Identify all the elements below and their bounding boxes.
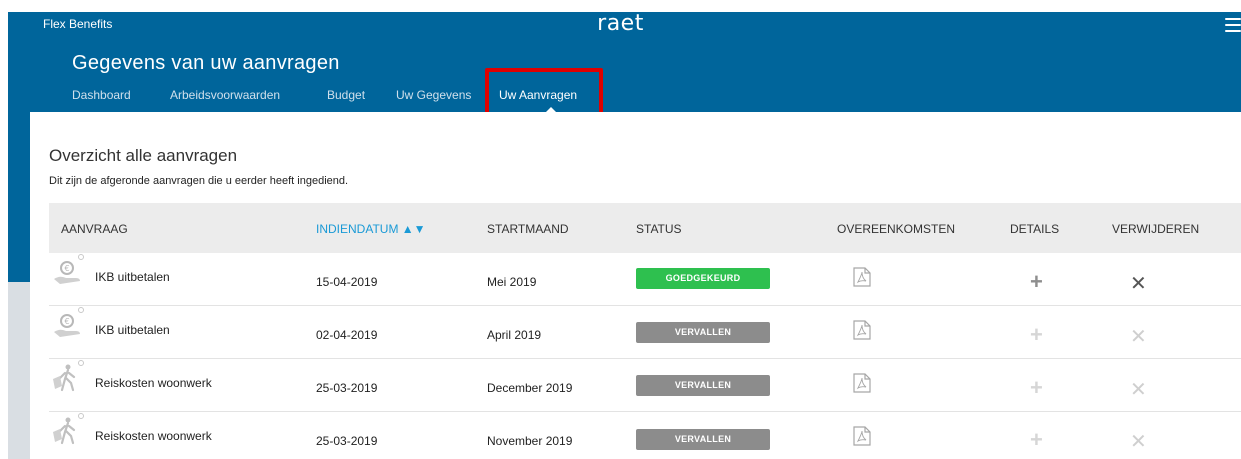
request-name: IKB uitbetalen (95, 323, 170, 337)
left-gutter (0, 0, 8, 459)
col-overeenkomsten: OVEREENKOMSTEN (837, 222, 956, 236)
details-plus-icon[interactable]: + (1030, 271, 1043, 293)
start-month: December 2019 (487, 381, 573, 395)
details-plus-icon: + (1030, 322, 1043, 347)
details-plus-icon: + (1030, 375, 1043, 400)
hamburger-icon[interactable] (1225, 18, 1241, 32)
details-plus-icon: + (1030, 427, 1043, 452)
delete-x-icon: ✕ (1130, 379, 1147, 401)
request-name: IKB uitbetalen (95, 270, 170, 284)
start-month: November 2019 (487, 434, 573, 448)
submit-date: 25-03-2019 (316, 381, 378, 395)
commute-icon (53, 413, 84, 445)
status-badge: VERVALLEN (636, 322, 770, 343)
status-badge: VERVALLEN (636, 375, 770, 396)
tab-uw-gegevens[interactable]: Uw Gegevens (396, 88, 471, 102)
money-hand-icon: € (54, 307, 84, 337)
col-verwijderen: VERWIJDEREN (1112, 222, 1200, 236)
submit-date: 25-03-2019 (316, 434, 378, 448)
side-band-lower (8, 282, 30, 459)
tab-arbeidsvoorwaarden[interactable]: Arbeidsvoorwaarden (170, 88, 280, 102)
commute-icon (53, 360, 84, 392)
request-name: Reiskosten woonwerk (95, 376, 212, 390)
svg-text:€: € (64, 264, 69, 273)
section-title: Overzicht alle aanvragen (49, 146, 238, 165)
submit-date: 02-04-2019 (316, 328, 378, 342)
delete-x-icon: ✕ (1130, 431, 1147, 453)
pdf-icon[interactable] (853, 267, 871, 287)
start-month: April 2019 (487, 328, 542, 342)
delete-x-icon[interactable]: ✕ (1130, 274, 1147, 294)
col-startmaand: STARTMAAND (487, 222, 569, 236)
tab-budget[interactable]: Budget (327, 88, 365, 102)
highlight-box (485, 68, 603, 117)
status-badge: GOEDGEKEURD (636, 268, 770, 289)
pdf-icon[interactable] (853, 320, 871, 340)
start-month: Mei 2019 (487, 275, 537, 289)
pdf-icon[interactable] (853, 373, 871, 393)
delete-x-icon: ✕ (1130, 326, 1147, 348)
col-status: STATUS (636, 222, 682, 236)
svg-text:€: € (64, 317, 69, 326)
brand-logo: raet (0, 10, 1241, 36)
col-details: DETAILS (1010, 222, 1060, 236)
pdf-icon[interactable] (853, 426, 871, 446)
status-badge: VERVALLEN (636, 429, 770, 450)
brand-text: raet (597, 11, 644, 36)
page-title: Gegevens van uw aanvragen (72, 52, 340, 74)
tab-dashboard[interactable]: Dashboard (72, 88, 131, 102)
money-hand-icon: € (54, 254, 84, 284)
section-subtitle: Dit zijn de afgeronde aanvragen die u ee… (49, 175, 349, 187)
submit-date: 15-04-2019 (316, 275, 378, 289)
request-name: Reiskosten woonwerk (95, 429, 212, 443)
col-indiendatum-sort[interactable]: INDIENDATUM ▲▼ (316, 222, 426, 236)
col-aanvraag: AANVRAAG (61, 222, 128, 236)
